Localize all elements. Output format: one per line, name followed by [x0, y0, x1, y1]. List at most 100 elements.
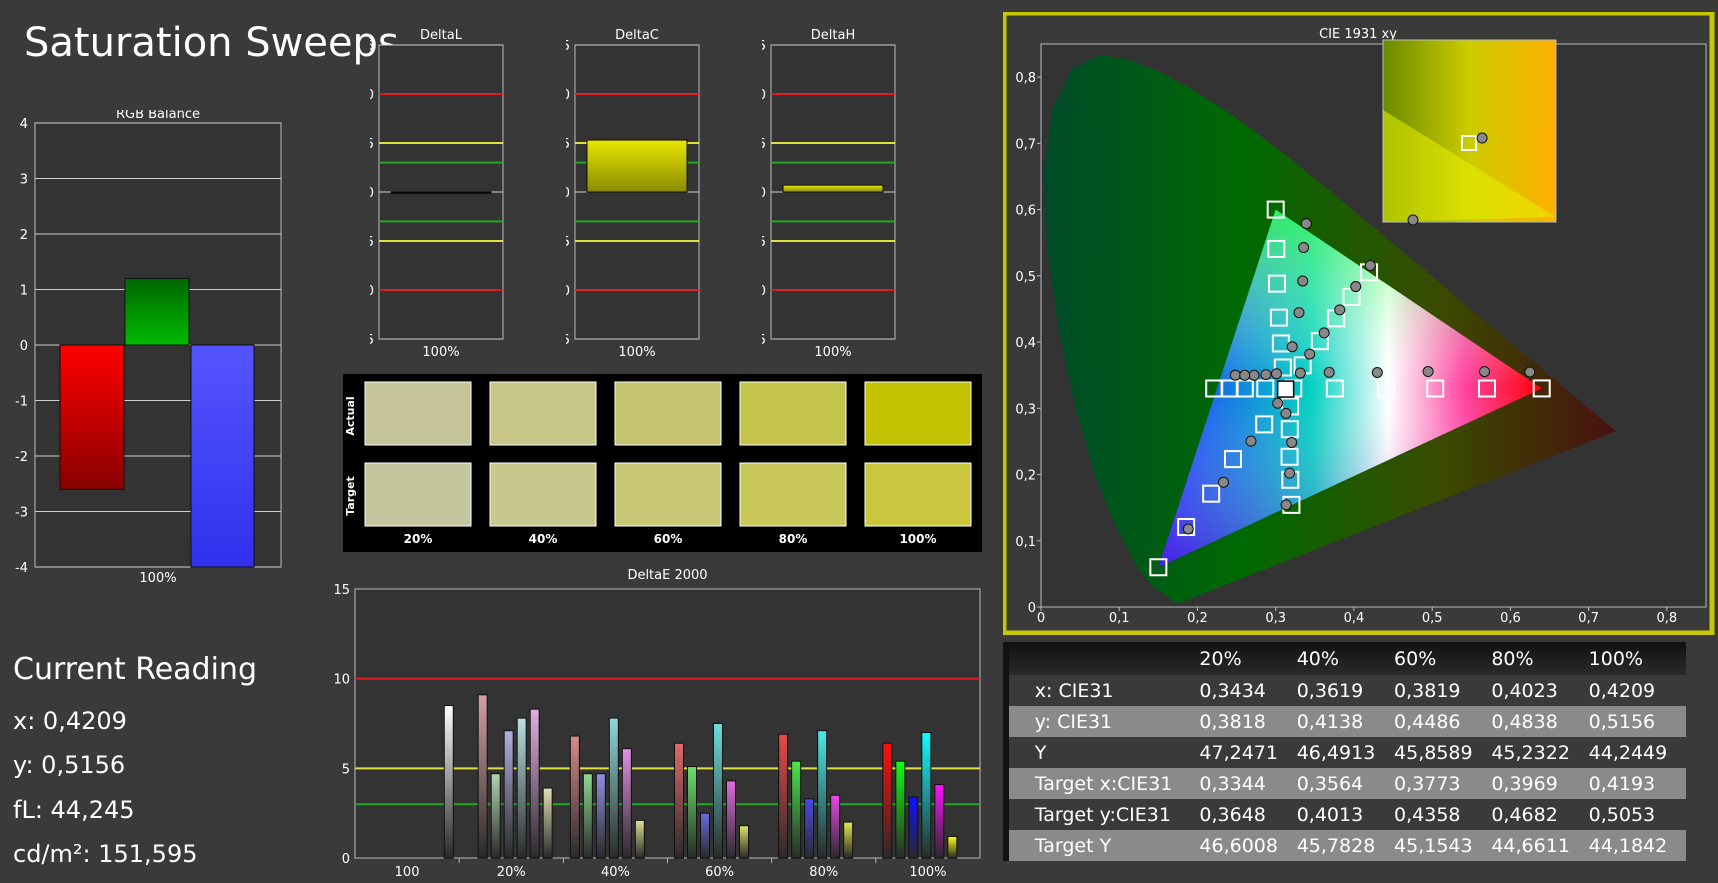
y-tick-label: 0,8: [1015, 71, 1036, 86]
deltae-bar: [921, 731, 932, 859]
y-tick-label: 0: [1028, 601, 1036, 616]
table-cell: 0,3773: [1394, 768, 1492, 799]
page-title: Saturation Sweeps: [24, 20, 399, 66]
target-label: Target: [344, 476, 357, 516]
table-cell: 0,4358: [1394, 799, 1492, 830]
tick-label: -10: [762, 284, 766, 299]
measured-point: [1239, 369, 1251, 381]
table-cell: 0,4682: [1491, 799, 1589, 830]
target-swatch: [864, 462, 972, 527]
table-cell: 44,2449: [1588, 737, 1686, 768]
tick-label: 3: [20, 173, 28, 188]
measured-point: [1229, 369, 1241, 381]
tick-label: 10: [333, 673, 350, 688]
table-cell: 0,4486: [1394, 706, 1492, 737]
delta-bar: [586, 139, 688, 193]
table-header-row: 20% 40% 60% 80% 100%: [1003, 642, 1686, 675]
table-cell: 45,1543: [1394, 830, 1492, 861]
row-label: Y: [1008, 737, 1200, 768]
tick-label: 15: [370, 39, 374, 54]
swatch-label: 20%: [404, 532, 433, 546]
deltae-bar: [882, 742, 893, 859]
deltae-bar: [700, 812, 710, 859]
measured-point: [1286, 341, 1298, 353]
tick-label: -15: [762, 333, 766, 348]
measured-point: [1294, 367, 1306, 379]
tick-label: 10: [566, 88, 570, 103]
table-row: Y 47,2471 46,4913 45,8589 45,2322 44,244…: [1003, 737, 1686, 768]
measured-point: [1270, 368, 1282, 380]
measured-point: [1318, 327, 1330, 339]
category-label: 100%: [909, 865, 946, 880]
x-tick-label: 0,1: [1109, 611, 1130, 626]
deltae-bar: [817, 730, 828, 859]
reading-y: y: 0,5156: [13, 751, 126, 779]
table-row: x: CIE31 0,3434 0,3619 0,3819 0,4023 0,4…: [1003, 675, 1686, 706]
table-cell: 46,6008: [1199, 830, 1297, 861]
tick-label: -5: [762, 235, 766, 250]
x-tick-label: 0,7: [1578, 611, 1599, 626]
category-label: 80%: [809, 865, 838, 880]
tick-label: 1: [20, 284, 28, 299]
swatch-label: 80%: [779, 532, 808, 546]
current-reading-title: Current Reading: [13, 652, 257, 687]
readings-table: 20% 40% 60% 80% 100% x: CIE31 0,3434 0,3…: [1003, 642, 1686, 861]
measured-point: [1300, 218, 1312, 230]
y-tick-label: 0,4: [1015, 336, 1036, 351]
y-tick-label: 0,3: [1015, 402, 1036, 417]
table-cell: 46,4913: [1296, 737, 1395, 768]
actual-swatch: [364, 381, 472, 446]
measured-point: [1217, 476, 1229, 488]
target-swatch: [614, 462, 722, 527]
chart-title: DeltaE 2000: [627, 568, 707, 583]
tick-label: -15: [566, 333, 570, 348]
tick-label: -2: [15, 450, 28, 465]
bar-red: [59, 344, 125, 490]
deltae-bar: [739, 825, 749, 859]
color-swatches-panel: Actual Target 20% 40% 60% 80% 100%: [343, 374, 982, 552]
tick-label: 0: [370, 186, 374, 201]
category-label: 100%: [618, 345, 655, 360]
deltae-bar: [621, 748, 632, 859]
table-cell: 44,1842: [1588, 830, 1686, 861]
table-cell: 0,5053: [1588, 799, 1686, 830]
tick-label: 5: [370, 137, 374, 152]
deltae-bar: [804, 798, 815, 859]
measured-point: [1284, 467, 1296, 479]
deltae-bar: [778, 733, 789, 859]
table-header: 80%: [1491, 642, 1589, 675]
tick-label: 5: [566, 137, 570, 152]
deltae-bar: [895, 760, 906, 859]
tick-label: -1: [15, 395, 28, 410]
measured-point: [1245, 435, 1257, 447]
table-header: 60%: [1394, 642, 1492, 675]
category-label: 60%: [705, 865, 734, 880]
deltae-bar: [726, 780, 736, 859]
white-target: [1276, 380, 1295, 398]
measured-point: [1260, 369, 1272, 381]
tick-label: 5: [762, 137, 766, 152]
inset-measured-point: [1407, 214, 1419, 226]
row-label: y: CIE31: [1008, 706, 1200, 737]
y-tick-label: 0,6: [1015, 204, 1036, 219]
table-header: 100%: [1588, 642, 1686, 675]
category-label: 100%: [422, 345, 459, 360]
table-row: Target y:CIE31 0,3648 0,4013 0,4358 0,46…: [1003, 799, 1686, 830]
x-tick-label: 0,2: [1187, 611, 1208, 626]
swatch-label: 60%: [654, 532, 683, 546]
table-cell: 0,3819: [1394, 675, 1492, 706]
category-label: 100: [395, 865, 420, 880]
reading-x: x: 0,4209: [13, 707, 127, 735]
rgb-balance-chart: RGB Balance 4 3 2 1 0 -1 -2 -3 -4 100%: [15, 110, 282, 586]
actual-swatch: [739, 381, 847, 446]
deltae-bar: [947, 835, 958, 859]
tick-label: 0: [20, 339, 28, 354]
table-cell: 47,2471: [1199, 737, 1297, 768]
measured-point: [1280, 499, 1292, 511]
table-cell: 0,4838: [1491, 706, 1589, 737]
measured-point: [1272, 397, 1284, 409]
deltae-bar: [529, 708, 540, 859]
deltae-bar: [490, 773, 501, 859]
table-row: y: CIE31 0,3818 0,4138 0,4486 0,4838 0,5…: [1003, 706, 1686, 737]
deltae-bar: [908, 796, 919, 859]
